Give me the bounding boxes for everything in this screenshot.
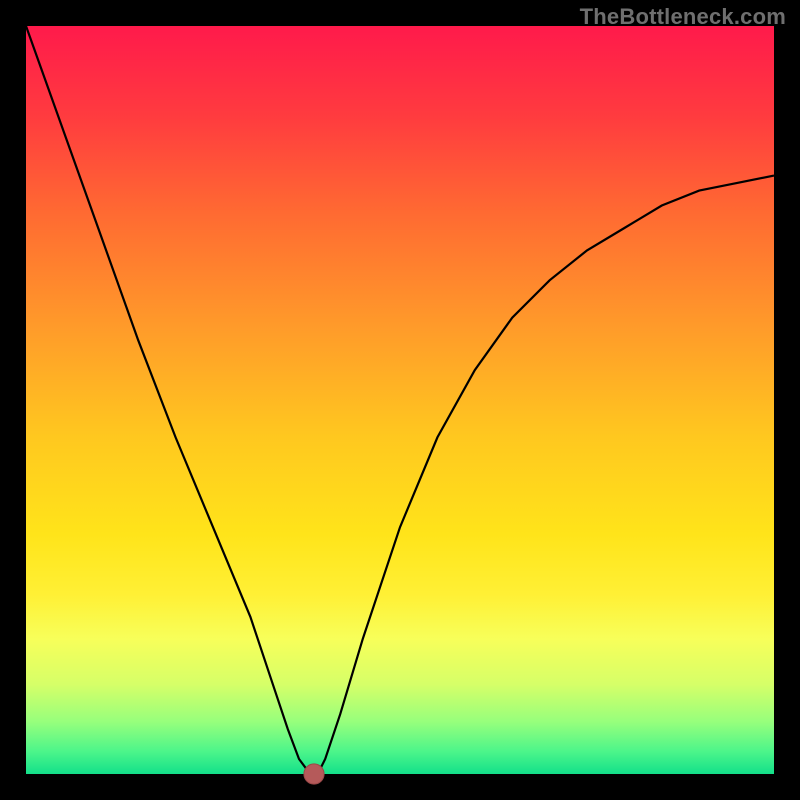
chart-frame: TheBottleneck.com xyxy=(0,0,800,800)
chart-svg xyxy=(0,0,800,800)
minimum-marker xyxy=(304,764,324,784)
plot-background xyxy=(26,26,774,774)
